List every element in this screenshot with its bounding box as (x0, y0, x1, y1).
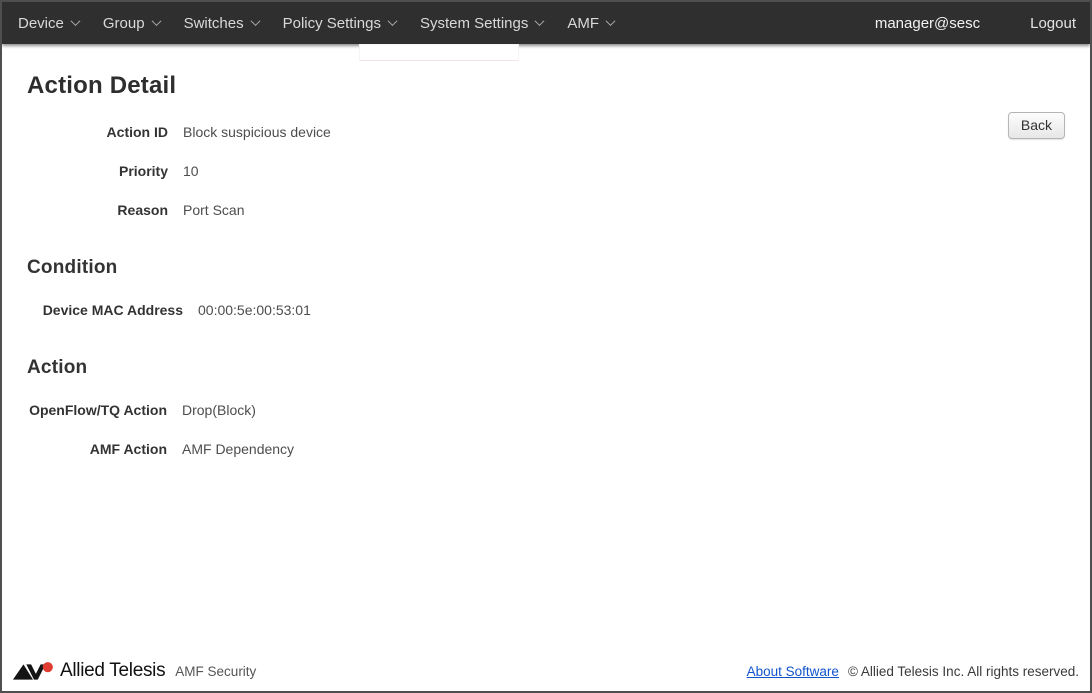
footer-brand: Allied Telesis AMF Security (12, 660, 256, 682)
nav-item-label: Policy Settings (282, 14, 381, 32)
action-fields: OpenFlow/TQ Action Drop(Block) AMF Actio… (27, 402, 1065, 457)
nav-item-system-settings[interactable]: System Settings (420, 11, 549, 36)
action-section-heading: Action (27, 357, 88, 378)
footer: Allied Telesis AMF Security About Softwa… (2, 651, 1090, 691)
empty-dropdown-panel (359, 44, 519, 61)
field-row-priority: Priority 10 (27, 163, 1065, 179)
nav-item-label: System Settings (419, 14, 529, 32)
main-content: Action Detail Back Action ID Block suspi… (2, 44, 1090, 457)
nav-item-label: Group (102, 14, 145, 32)
field-label: OpenFlow/TQ Action (29, 402, 167, 418)
nav-item-group[interactable]: Group (103, 11, 166, 36)
condition-fields: Device MAC Address 00:00:5e:00:53:01 (27, 302, 1065, 318)
chevron-down-icon (534, 15, 545, 26)
logout-button[interactable]: Logout (1030, 15, 1076, 32)
field-row-action-id: Action ID Block suspicious device (27, 124, 1065, 140)
field-row-openflow-action: OpenFlow/TQ Action Drop(Block) (27, 402, 1065, 418)
nav-item-label: Switches (183, 14, 244, 32)
brand-name: Allied Telesis (60, 660, 166, 681)
navbar: Device Group Switches Policy Settings Sy… (2, 2, 1090, 44)
field-label: AMF Action (89, 441, 167, 457)
field-label: Device MAC Address (42, 302, 183, 318)
field-value: 10 (183, 163, 199, 179)
about-software-link[interactable]: About Software (747, 664, 839, 679)
browser-window: Device Group Switches Policy Settings Sy… (0, 0, 1092, 693)
nav-menu: Device Group Switches Policy Settings Sy… (18, 11, 638, 36)
field-value: Drop(Block) (182, 402, 256, 418)
field-value: 00:00:5e:00:53:01 (198, 302, 311, 318)
field-value: AMF Dependency (182, 441, 295, 457)
product-name: AMF Security (175, 663, 257, 679)
nav-right: manager@sesc Logout (875, 15, 1076, 32)
chevron-down-icon (250, 15, 261, 26)
chevron-down-icon (387, 15, 398, 26)
copyright-text: © Allied Telesis Inc. All rights reserve… (847, 663, 1079, 679)
field-label: Priority (118, 163, 168, 179)
nav-item-policy-settings[interactable]: Policy Settings (283, 11, 402, 36)
field-row-device-mac: Device MAC Address 00:00:5e:00:53:01 (27, 302, 1065, 318)
field-value: Block suspicious device (183, 124, 331, 140)
field-label: Action ID (106, 124, 168, 140)
nav-item-switches[interactable]: Switches (184, 11, 265, 36)
chevron-down-icon (70, 15, 81, 26)
user-account-label: manager@sesc (874, 14, 981, 32)
field-row-reason: Reason Port Scan (27, 202, 1065, 218)
condition-section-heading: Condition (27, 257, 118, 278)
chevron-down-icon (605, 15, 616, 26)
allied-telesis-logo-icon (12, 662, 53, 680)
chevron-down-icon (151, 15, 162, 26)
page-title: Action Detail (27, 72, 177, 99)
footer-links: About Software © Allied Telesis Inc. All… (747, 664, 1079, 679)
nav-item-amf[interactable]: AMF (567, 11, 620, 36)
back-button[interactable]: Back (1007, 112, 1065, 139)
field-label: Reason (117, 202, 168, 218)
field-value: Port Scan (183, 202, 245, 218)
nav-item-label: Device (18, 14, 64, 32)
nav-item-device[interactable]: Device (18, 11, 85, 36)
detail-fields: Action ID Block suspicious device Priori… (27, 124, 1065, 218)
nav-item-label: AMF (567, 14, 600, 32)
field-row-amf-action: AMF Action AMF Dependency (27, 441, 1065, 457)
